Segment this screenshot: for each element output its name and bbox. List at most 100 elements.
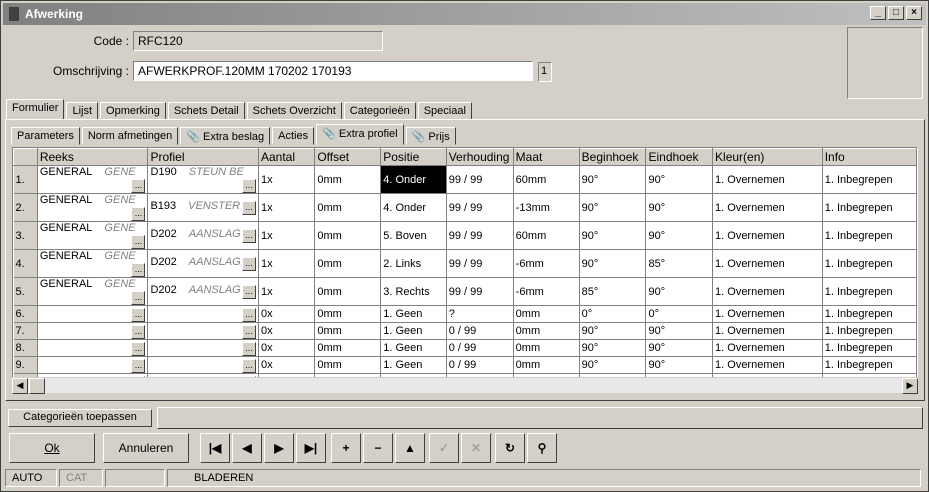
cell-info[interactable]: 1. Inbegrepen [822,339,917,357]
scroll-left-icon[interactable]: ◀ [12,378,28,394]
cell-offset[interactable]: 0mm [314,305,382,323]
cell-aantal[interactable]: 1x [258,249,316,278]
apply-categories-button[interactable]: Categorieën toepassen [8,409,152,427]
cell-eindhoek[interactable]: 90° [645,339,714,357]
cell-aantal[interactable]: 1x [258,165,316,194]
lookup-button[interactable]: ... [242,179,256,193]
cell-positie[interactable]: 1. Geen [380,356,447,374]
minimize-button[interactable]: _ [870,6,886,20]
lookup-button[interactable]: ... [242,358,256,373]
tab-categorieen[interactable]: Categorieën [343,102,416,120]
lookup-button[interactable]: ... [131,179,146,193]
cell-eindhoek[interactable]: 90° [645,356,714,374]
cell-beginhoek[interactable]: 90° [579,339,647,357]
col-info[interactable]: Info [821,148,917,166]
cell-aantal[interactable]: 1x [258,277,316,306]
cell-profiel[interactable]: D202 AANSLAG... [147,277,259,306]
tab-norm-afmetingen[interactable]: Norm afmetingen [81,127,179,145]
cell-beginhoek[interactable]: 90° [579,249,647,278]
cell-profiel[interactable]: ... [147,356,259,374]
lookup-button[interactable]: ... [242,285,256,299]
cell-beginhoek[interactable]: 0° [579,305,647,323]
cell-info[interactable]: 1. Inbegrepen [822,193,917,222]
lookup-button[interactable]: ... [242,341,256,356]
table-row[interactable]: 7....... 0x 0mm 1. Geen 0 / 99 0mm 90° 90° 1. Ov… [13,322,917,340]
cell-profiel[interactable]: D202 AANSLAG... [147,249,259,278]
cell-maat[interactable]: 0mm [513,339,580,357]
cell-kleuren[interactable]: 1. Overnemen [712,249,823,278]
tab-prijs[interactable]: 📎 Prijs [405,127,456,145]
cell-aantal[interactable]: 0x [258,339,316,357]
row-header[interactable]: 7. [13,322,38,340]
lookup-button[interactable]: ... [242,229,256,243]
cell-aantal[interactable]: 0x [258,305,316,323]
cell-profiel[interactable]: B193 VENSTER... [147,193,259,222]
scroll-right-icon[interactable]: ▶ [902,378,918,394]
cell-profiel[interactable]: ... [147,305,259,323]
cell-maat[interactable]: 60mm [513,221,580,250]
col-profiel[interactable]: Profiel [147,148,259,166]
cell-aantal[interactable]: 0x [258,356,316,374]
row-header[interactable]: 3. [13,221,38,250]
table-row[interactable]: 5. GENERAL GENE... D202 AANSLAG... 1x 0mm 3. Re… [13,277,917,306]
cell-info[interactable]: 1. Inbegrepen [822,221,917,250]
cell-info[interactable]: 1. Inbegrepen [822,249,917,278]
cell-beginhoek[interactable]: 90° [579,193,647,222]
cell-info[interactable]: 1. Inbegrepen [822,277,917,306]
table-row[interactable]: 3. GENERAL GENE... D202 AANSLAG... 1x 0mm 5. Bo… [13,221,917,250]
cell-maat[interactable]: -13mm [513,193,580,222]
tab-acties[interactable]: Acties [272,127,315,145]
cell-verhouding[interactable]: 99 / 99 [446,221,514,250]
cell-offset[interactable]: 0mm [314,221,382,250]
cell-reeks[interactable]: ... [37,339,149,357]
lookup-button[interactable]: ... [131,324,146,339]
col-kleuren[interactable]: Kleur(en) [712,148,823,166]
cancel-button[interactable]: Annuleren [103,433,189,463]
cell-positie[interactable]: 2. Links [380,249,447,278]
cell-maat[interactable]: 0mm [513,356,580,374]
cell-reeks[interactable]: ... [37,356,149,374]
lookup-button[interactable]: ... [242,201,256,215]
table-row[interactable]: 4. GENERAL GENE... D202 AANSLAG... 1x 0mm 2. Li… [13,249,917,278]
col-beginhoek[interactable]: Beginhoek [578,148,647,166]
cell-positie[interactable]: 5. Boven [380,221,447,250]
tab-lijst[interactable]: Lijst [66,102,99,120]
last-record-button[interactable]: ▶| [296,433,326,463]
cell-offset[interactable]: 0mm [314,193,382,222]
first-record-button[interactable]: |◀ [200,433,230,463]
lookup-button[interactable]: ... [131,263,146,277]
cell-kleuren[interactable]: 1. Overnemen [712,165,823,194]
lookup-button[interactable]: ... [131,307,146,322]
cell-offset[interactable]: 0mm [314,322,382,340]
lookup-button[interactable]: ... [131,341,146,356]
lookup-button[interactable]: ... [242,257,256,271]
scroll-thumb[interactable] [29,378,45,394]
col-reeks[interactable]: Reeks [36,148,149,166]
cell-kleuren[interactable]: 1. Overnemen [712,339,823,357]
tab-opmerking[interactable]: Opmerking [100,102,166,120]
cell-aantal[interactable]: 1x [258,221,316,250]
cell-verhouding[interactable]: 99 / 99 [446,249,514,278]
remove-button[interactable]: − [363,433,393,463]
cell-reeks[interactable]: ... [37,322,149,340]
cell-profiel[interactable]: ... [147,322,259,340]
refresh-button[interactable]: ↻ [495,433,525,463]
cell-reeks[interactable]: GENERAL GENE... [37,193,149,222]
tab-speciaal[interactable]: Speciaal [417,102,472,120]
next-record-button[interactable]: ▶ [264,433,294,463]
col-eindhoek[interactable]: Eindhoek [645,148,714,166]
cell-verhouding[interactable]: 99 / 99 [446,165,514,194]
cell-beginhoek[interactable]: 90° [579,221,647,250]
table-row[interactable]: 1. GENERAL GENE... D190 STEUN BE... 1x 0mm 4. O… [13,165,917,194]
cell-verhouding[interactable]: 0 / 99 [446,356,514,374]
cell-maat[interactable]: 60mm [513,165,580,194]
lookup-button[interactable]: ... [131,291,146,305]
cell-reeks[interactable]: GENERAL GENE... [37,165,149,194]
cell-maat[interactable]: 0mm [513,322,580,340]
col-maat[interactable]: Maat [512,148,580,166]
close-button[interactable]: × [906,6,922,20]
cell-offset[interactable]: 0mm [314,356,382,374]
cell-eindhoek[interactable]: 90° [645,322,714,340]
cell-offset[interactable]: 0mm [314,249,382,278]
table-row[interactable]: 2. GENERAL GENE... B193 VENSTER... 1x 0mm 4. On… [13,193,917,222]
